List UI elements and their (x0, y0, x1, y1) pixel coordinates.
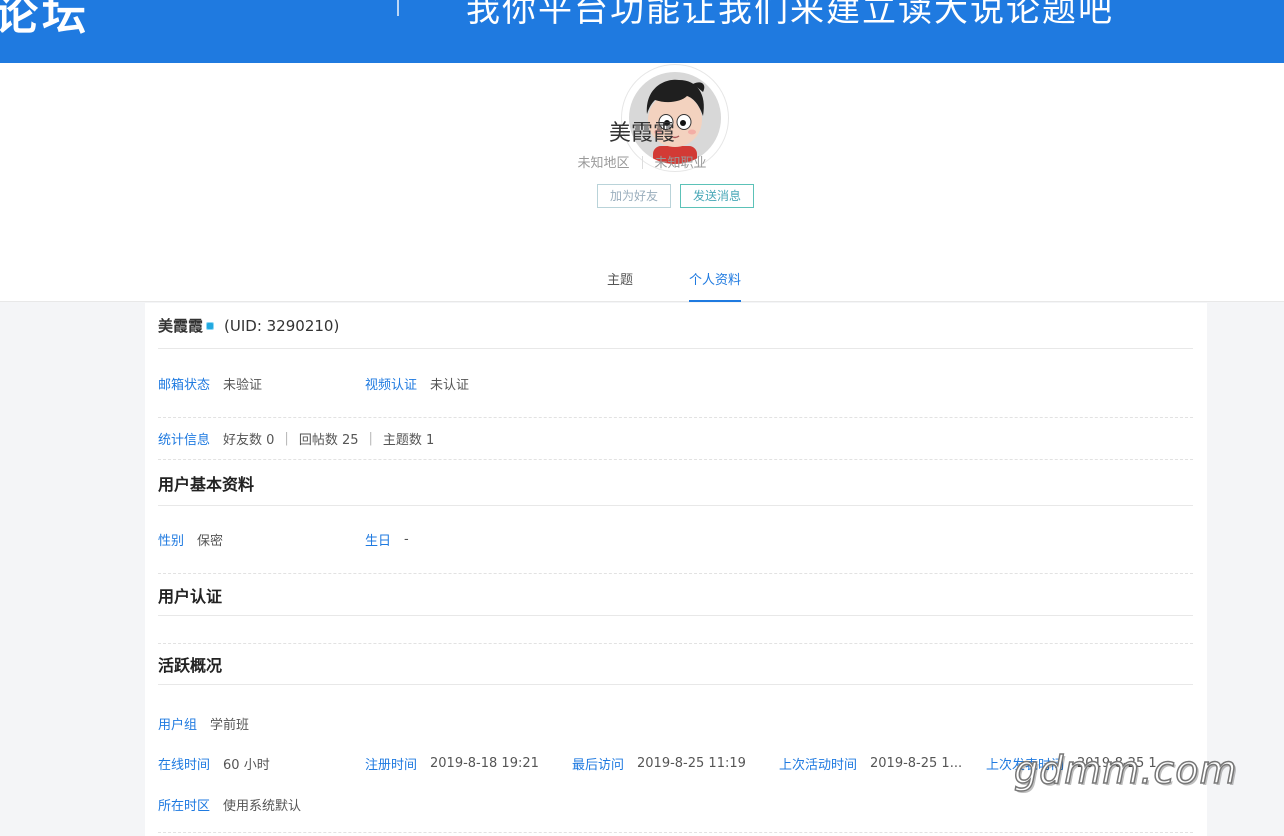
replies-count[interactable]: 回帖数 25 (299, 429, 359, 448)
gender-label: 性别 (158, 534, 185, 549)
last-active-value: 2019-8-25 1... (870, 755, 963, 771)
verification-row: 邮箱状态 未验证 视频认证 未认证 (158, 349, 1193, 418)
user-group-row: 用户组 学前班 (158, 708, 1193, 738)
friends-count[interactable]: 好友数 0 (223, 429, 274, 448)
timezone-row: 所在时区 使用系统默认 (158, 789, 1193, 833)
email-status-value: 未验证 (223, 377, 263, 393)
tab-profile[interactable]: 个人资料 (689, 269, 742, 302)
timezone-label: 所在时区 (158, 799, 211, 814)
email-status: 邮箱状态 未验证 (158, 374, 262, 393)
timezone-value: 使用系统默认 (223, 799, 302, 814)
gender-value: 保密 (197, 534, 224, 549)
video-status-value: 未认证 (430, 377, 470, 393)
last-active-label: 上次活动时间 (779, 757, 858, 773)
banner-slogan: 我你平台功能让我们来建立读大说论题吧 (466, 0, 1114, 30)
stats-row: 统计信息 好友数 0 | 回帖数 25 | 主题数 1 (158, 418, 1193, 460)
profile-name: 美霞霞 (608, 121, 675, 146)
user-verify-row (158, 616, 1193, 644)
last-visit-label: 最后访问 (572, 757, 625, 773)
register-time-label: 注册时间 (365, 757, 418, 773)
send-message-button[interactable]: 发送消息 (680, 184, 754, 208)
uid-row: 美霞霞 (UID: 3290210) (158, 303, 1193, 349)
birthday: 生日 - (365, 530, 409, 549)
banner-divider (397, 0, 399, 16)
online-time: 在线时间 60 小时 (158, 754, 363, 773)
user-verify-title: 用户认证 (158, 574, 1193, 616)
email-status-label: 邮箱状态 (158, 377, 211, 393)
user-verify-title-text: 用户认证 (158, 586, 223, 606)
last-visit-value: 2019-8-25 11:19 (637, 755, 746, 771)
basic-info-row: 性别 保密 生日 - (158, 506, 1193, 574)
online-time-value: 60 小时 (223, 757, 270, 773)
last-visit: 最后访问 2019-8-25 11:19 (572, 754, 777, 773)
stats-divider: | (284, 431, 289, 446)
gender: 性别 保密 (158, 530, 223, 549)
topics-count[interactable]: 主题数 1 (383, 429, 434, 448)
activity-title: 活跃概况 (158, 644, 1193, 685)
birthday-label: 生日 (365, 534, 392, 549)
user-group-value[interactable]: 学前班 (210, 714, 249, 733)
add-friend-button[interactable]: 加为好友 (597, 184, 671, 208)
stats-label: 统计信息 (158, 433, 211, 448)
profile-header: 美霞霞 未知地区 未知职业 加为好友 发送消息 主题 个人资料 (0, 63, 1284, 302)
online-time-label: 在线时间 (158, 757, 211, 773)
site-watermark: gdmm.com (1013, 747, 1238, 793)
banner-logo[interactable]: 论坛 (0, 0, 90, 42)
profile-actions: 加为好友 发送消息 (597, 184, 754, 208)
profile-region: 未知地区 (577, 156, 630, 171)
basic-info-title: 用户基本资料 (158, 460, 1193, 506)
top-banner: 论坛 我你平台功能让我们来建立读大说论题吧 (0, 0, 1284, 63)
meta-divider (641, 156, 643, 169)
online-status-icon (206, 321, 215, 330)
detail-name: 美霞霞 (158, 317, 204, 335)
profile-tabs: 主题 个人资料 (0, 257, 1284, 302)
basic-info-title-text: 用户基本资料 (158, 474, 255, 494)
stats-divider: | (368, 431, 373, 446)
last-active: 上次活动时间 2019-8-25 1... (779, 754, 984, 773)
profile-job: 未知职业 (654, 156, 707, 171)
profile-meta: 未知地区 未知职业 (0, 152, 1284, 171)
birthday-value: - (404, 532, 409, 547)
activity-title-text: 活跃概况 (158, 656, 223, 675)
video-status-label: 视频认证 (365, 377, 418, 393)
uid-text: (UID: 3290210) (224, 316, 340, 335)
tab-topics[interactable]: 主题 (607, 269, 633, 302)
register-time: 注册时间 2019-8-18 19:21 (365, 754, 570, 773)
register-time-value: 2019-8-18 19:21 (430, 755, 539, 771)
video-status: 视频认证 未认证 (365, 374, 469, 393)
user-group-label: 用户组 (158, 717, 198, 733)
